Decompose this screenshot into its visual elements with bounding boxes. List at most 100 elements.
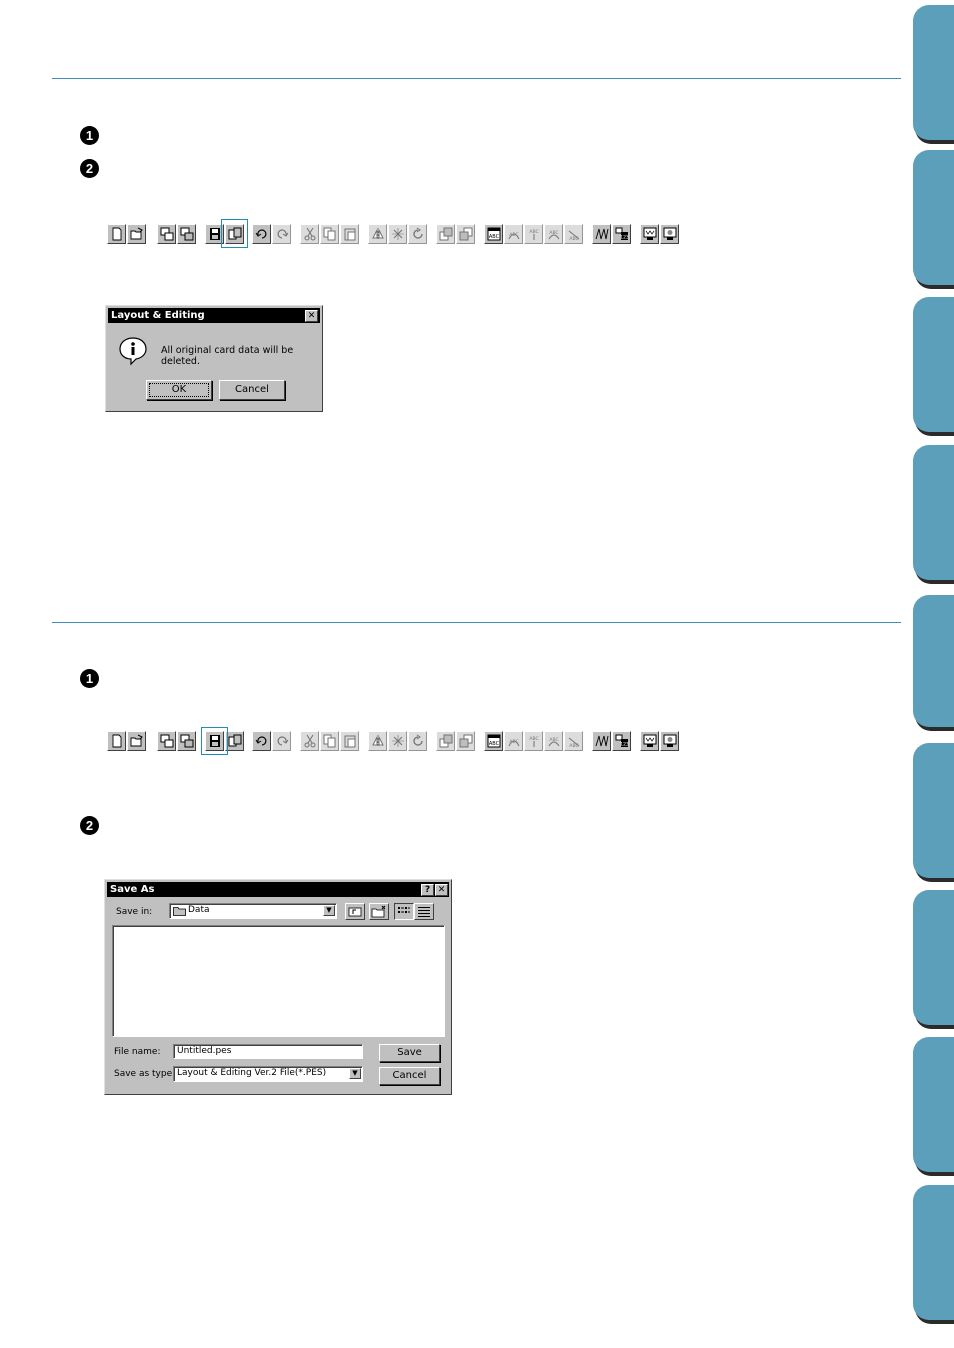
copy-import-button[interactable] xyxy=(177,224,196,244)
realistic-preview-button[interactable] xyxy=(660,224,679,244)
text-path-button[interactable]: ABC xyxy=(564,731,583,751)
save-as-type-value: Layout & Editing Ver.2 File(*.PES) xyxy=(177,1068,327,1078)
text-button[interactable]: ABC xyxy=(484,731,503,751)
chevron-down-icon[interactable]: ▼ xyxy=(323,905,335,916)
rotate-free-icon xyxy=(392,735,404,747)
svg-text:123: 123 xyxy=(620,235,629,241)
preview-icon xyxy=(643,227,657,240)
text-arc-button[interactable]: ABC xyxy=(544,731,563,751)
text-vertical-button[interactable]: ABC xyxy=(524,224,543,244)
preview-icon xyxy=(643,734,657,747)
text-path-button[interactable]: ABC xyxy=(564,224,583,244)
paste-button[interactable] xyxy=(340,224,359,244)
ok-button[interactable]: OK xyxy=(146,380,212,400)
import-button[interactable] xyxy=(157,224,176,244)
undo-button[interactable] xyxy=(252,224,271,244)
new-file-icon xyxy=(112,227,122,241)
text-curve-button[interactable]: ABC xyxy=(504,731,523,751)
save-as-dialog: Save As ? ✕ Save in: Data ▼ File name: U… xyxy=(104,879,452,1095)
mirror-button[interactable] xyxy=(368,224,387,244)
file-name-input[interactable]: Untitled.pes xyxy=(173,1044,363,1059)
section-rule-middle xyxy=(52,622,901,623)
new-folder-icon xyxy=(371,905,386,918)
undo-button[interactable] xyxy=(252,731,271,751)
details-view-button[interactable] xyxy=(414,903,434,920)
side-tab-8[interactable] xyxy=(913,1037,954,1172)
copy-import-button[interactable] xyxy=(177,731,196,751)
list-view-button[interactable] xyxy=(394,903,414,920)
side-tab-3[interactable] xyxy=(913,297,954,432)
svg-text:ABC: ABC xyxy=(489,741,500,747)
side-tab-5[interactable] xyxy=(913,595,954,727)
front-button[interactable] xyxy=(436,731,455,751)
save-as-type-dropdown[interactable]: Layout & Editing Ver.2 File(*.PES) ▼ xyxy=(173,1066,363,1082)
text-arc-icon: ABC xyxy=(548,230,560,240)
side-tab-4[interactable] xyxy=(913,445,954,580)
paste-button[interactable] xyxy=(340,731,359,751)
side-tab-2[interactable] xyxy=(913,150,954,285)
text-vertical-button[interactable]: ABC xyxy=(524,731,543,751)
cut-icon xyxy=(304,734,316,748)
text-button[interactable]: ABC xyxy=(484,224,503,244)
back-button[interactable] xyxy=(456,224,475,244)
save-in-dropdown[interactable]: Data ▼ xyxy=(169,903,337,919)
realistic-preview-button[interactable] xyxy=(660,731,679,751)
up-folder-button[interactable] xyxy=(345,903,365,920)
side-tab-1[interactable] xyxy=(913,5,954,140)
close-icon[interactable]: ✕ xyxy=(435,884,448,896)
stitch-button[interactable] xyxy=(592,731,611,751)
rotate-free-button[interactable] xyxy=(388,731,407,751)
rotate-free-button[interactable] xyxy=(388,224,407,244)
open-file-icon xyxy=(130,227,143,240)
copy-button[interactable] xyxy=(320,731,339,751)
new-file-button[interactable] xyxy=(107,224,126,244)
save-button[interactable]: Save xyxy=(379,1044,440,1062)
help-icon[interactable]: ? xyxy=(421,884,434,896)
cut-button[interactable] xyxy=(300,224,319,244)
side-tab-9[interactable] xyxy=(913,1185,954,1320)
sequence-button[interactable]: 123 xyxy=(612,224,631,244)
text-path-icon: ABC xyxy=(568,737,580,748)
import-button[interactable] xyxy=(157,731,176,751)
rotate-free-icon xyxy=(392,228,404,240)
open-file-button[interactable] xyxy=(127,224,146,244)
text-curve-button[interactable]: ABC xyxy=(504,224,523,244)
rotate-button[interactable] xyxy=(408,731,427,751)
preview-button[interactable] xyxy=(640,731,659,751)
close-icon[interactable]: ✕ xyxy=(305,310,318,322)
back-button[interactable] xyxy=(456,731,475,751)
step-number-2: 2 xyxy=(80,159,99,178)
chevron-down-icon[interactable]: ▼ xyxy=(349,1068,361,1079)
back-icon xyxy=(459,227,473,241)
new-file-button[interactable] xyxy=(107,731,126,751)
cut-icon xyxy=(304,227,316,241)
open-file-button[interactable] xyxy=(127,731,146,751)
toolbar-write-card: ABC ABC ABC ABC ABC 123 xyxy=(107,224,687,246)
rotate-button[interactable] xyxy=(408,224,427,244)
sequence-icon: 123 xyxy=(615,734,629,748)
text-arc-button[interactable]: ABC xyxy=(544,224,563,244)
sequence-button[interactable]: 123 xyxy=(612,731,631,751)
open-file-icon xyxy=(130,734,143,747)
redo-button[interactable] xyxy=(272,224,291,244)
undo-icon xyxy=(255,229,267,239)
cancel-button[interactable]: Cancel xyxy=(219,380,285,400)
file-list-area[interactable] xyxy=(112,925,445,1037)
front-button[interactable] xyxy=(436,224,455,244)
preview-button[interactable] xyxy=(640,224,659,244)
new-folder-button[interactable] xyxy=(369,903,389,920)
text-icon: ABC xyxy=(487,734,501,748)
mirror-button[interactable] xyxy=(368,731,387,751)
redo-button[interactable] xyxy=(272,731,291,751)
side-tab-6[interactable] xyxy=(913,743,954,878)
side-tab-7[interactable] xyxy=(913,890,954,1025)
cut-button[interactable] xyxy=(300,731,319,751)
paste-icon xyxy=(344,228,356,241)
copy-button[interactable] xyxy=(320,224,339,244)
stitch-button[interactable] xyxy=(592,224,611,244)
stitch-icon xyxy=(595,228,609,240)
step-number-3: 1 xyxy=(80,669,99,688)
cancel-button[interactable]: Cancel xyxy=(379,1067,440,1085)
details-view-icon xyxy=(418,907,430,917)
copy-import-icon xyxy=(180,227,194,241)
